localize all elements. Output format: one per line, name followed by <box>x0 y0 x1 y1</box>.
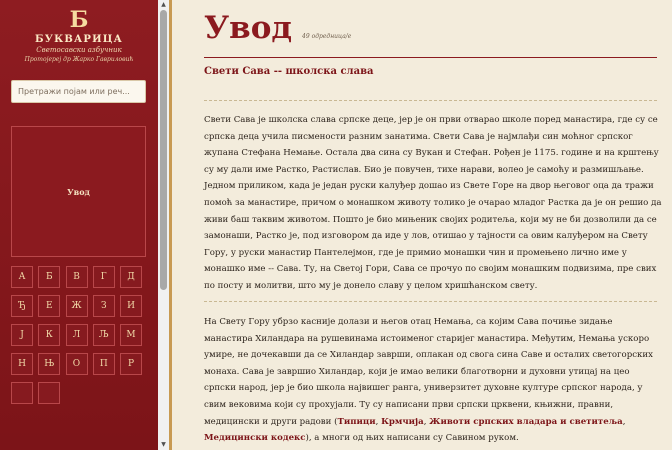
search-input[interactable] <box>11 80 146 103</box>
paragraph-2: На Свету Гору убрзо касније долази и њег… <box>204 317 653 444</box>
title-divider <box>204 57 657 58</box>
letter-button[interactable]: Ж <box>65 295 88 317</box>
paragraph-2-start: На Свету Гору убрзо касније долази и њег… <box>204 317 653 427</box>
letter-button[interactable]: В <box>65 266 88 288</box>
brand-logo-letter: Б <box>69 7 89 33</box>
brand-author: Протојереј др Жарко Гавриловић <box>24 56 134 63</box>
sidebar: Б БУКВАРИЦА Светосавски азбучник Протоје… <box>0 0 158 450</box>
letter-button[interactable]: А <box>11 266 33 288</box>
scroll-down-arrow-icon[interactable]: ▼ <box>158 440 169 450</box>
work-title: Животи српских владара и светитеља <box>429 416 623 427</box>
letter-button[interactable]: Ј <box>11 324 33 346</box>
letter-button[interactable] <box>11 382 33 404</box>
scroll-up-arrow-icon[interactable]: ▲ <box>158 0 169 10</box>
paragraph-1: Свети Сава је школска слава српске деце,… <box>204 115 662 291</box>
letter-button[interactable]: З <box>92 295 115 317</box>
brand-subtitle: Светосавски азбучник <box>36 46 122 54</box>
dashed-divider <box>204 100 657 101</box>
letter-button[interactable]: Е <box>38 295 61 317</box>
alphabet-grid: А Б В Г Д Ђ Е Ж З И Ј К Л Љ М Н Њ О П Р <box>11 266 146 404</box>
letter-button[interactable]: Њ <box>38 353 61 375</box>
work-title: Типици <box>337 416 376 427</box>
letter-button[interactable]: Л <box>65 324 88 346</box>
section-heading: Свети Сава -- школска слава <box>204 66 374 77</box>
letter-button[interactable]: Р <box>120 353 142 375</box>
letter-button[interactable]: Г <box>92 266 115 288</box>
letter-button[interactable]: Б <box>38 266 61 288</box>
paragraph-2-end: ), а многи од њих написани су Савином ру… <box>305 433 519 444</box>
toc-item-intro[interactable]: Увод <box>67 187 90 197</box>
letter-button[interactable]: Љ <box>92 324 115 346</box>
letter-button[interactable]: Ђ <box>11 295 33 317</box>
dashed-divider <box>204 301 657 302</box>
letter-button[interactable]: О <box>65 353 88 375</box>
letter-button[interactable]: И <box>120 295 142 317</box>
toc-list: Увод <box>11 126 146 257</box>
letter-button[interactable]: Н <box>11 353 33 375</box>
main-content: Увод 49 одредница/е Свети Сава -- школск… <box>172 0 672 450</box>
title-row: Увод 49 одредница/е <box>204 8 351 48</box>
brand-title: БУКВАРИЦА <box>35 34 123 45</box>
letter-button[interactable]: М <box>120 324 142 346</box>
letter-button[interactable]: Д <box>120 266 142 288</box>
work-title: Крмчија <box>381 416 424 427</box>
page-title: Увод <box>204 10 293 46</box>
letter-button[interactable]: К <box>38 324 61 346</box>
scrollbar-thumb[interactable] <box>160 10 167 290</box>
letter-button[interactable] <box>38 382 61 404</box>
sidebar-scrollbar[interactable]: ▲ ▼ <box>158 0 169 450</box>
brand-header: Б БУКВАРИЦА Светосавски азбучник Протоје… <box>0 0 158 63</box>
work-title: Медицински кодекс <box>204 433 306 444</box>
letter-button[interactable]: П <box>92 353 115 375</box>
entry-count: 49 одредница/е <box>302 33 352 40</box>
